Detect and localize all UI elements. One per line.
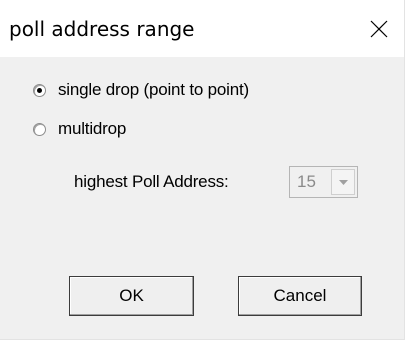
highest-poll-address-select[interactable]: 15	[289, 166, 358, 198]
multidrop-radio[interactable]	[33, 122, 46, 136]
close-icon	[370, 20, 388, 37]
dialog-title: poll address range	[9, 17, 195, 41]
cancel-button[interactable]: Cancel	[238, 276, 362, 316]
multidrop-option[interactable]: multidrop	[33, 119, 126, 139]
multidrop-label: multidrop	[58, 119, 127, 138]
highest-poll-address-label: highest Poll Address:	[74, 172, 229, 191]
ok-button[interactable]: OK	[69, 276, 194, 316]
close-button[interactable]	[354, 0, 404, 57]
single-drop-radio[interactable]	[33, 83, 46, 97]
highest-poll-address-value: 15	[297, 172, 316, 191]
poll-address-range-dialog: poll address range single drop (point to…	[0, 0, 405, 340]
single-drop-option[interactable]: single drop (point to point)	[33, 80, 249, 100]
single-drop-label: single drop (point to point)	[58, 80, 249, 99]
dropdown-button[interactable]	[331, 169, 355, 195]
title-bar: poll address range	[0, 0, 404, 57]
chevron-down-icon	[338, 179, 348, 185]
